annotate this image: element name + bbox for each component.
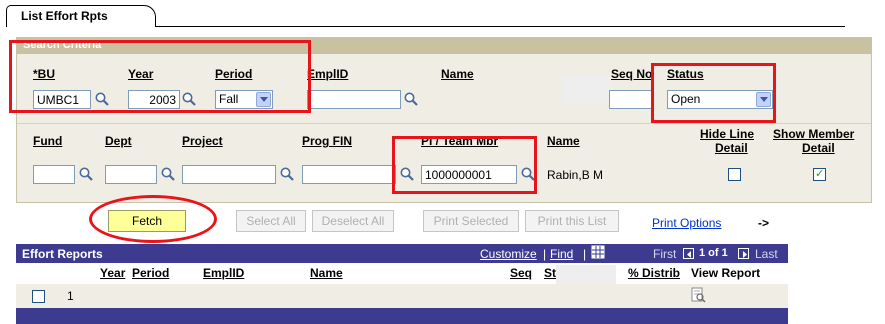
arrow-text: ->	[758, 216, 770, 230]
hide-line-label-detail: Detail	[715, 141, 748, 155]
tab-label: List Effort Rpts	[21, 9, 108, 23]
project-lookup-icon[interactable]	[279, 166, 295, 182]
row-select-checkbox[interactable]	[32, 290, 45, 303]
customize-link[interactable]: Customize	[480, 247, 537, 261]
deselect-all-button[interactable]: Deselect All	[312, 210, 394, 232]
fund-label: Fund	[33, 134, 63, 148]
annotation-box-bu-year-period	[9, 40, 311, 113]
col-distrib[interactable]: % Distrib	[628, 266, 680, 280]
download-grid-icon[interactable]	[591, 245, 605, 259]
pi-name-value: Rabin,B M	[547, 168, 604, 182]
last-label: Last	[755, 247, 778, 261]
show-member-label-detail: Detail	[802, 141, 835, 155]
col-status[interactable]: St	[544, 266, 556, 280]
emplid-input[interactable]	[307, 90, 401, 109]
project-input[interactable]	[182, 165, 276, 184]
annotation-oval-fetch	[89, 195, 217, 243]
view-report-icon[interactable]	[690, 287, 706, 303]
dept-lookup-icon[interactable]	[160, 166, 176, 182]
seq-no-label: Seq No	[611, 67, 653, 81]
dept-label: Dept	[105, 134, 132, 148]
effort-reports-grid-header: Effort Reports Customize | Find | First …	[16, 244, 788, 263]
grid-separator: |	[543, 247, 547, 261]
annotation-box-status	[651, 63, 776, 123]
next-page-icon[interactable]	[738, 247, 749, 261]
fund-input[interactable]	[33, 165, 75, 184]
page-range: 1 of 1	[699, 247, 728, 259]
fund-lookup-icon[interactable]	[78, 166, 94, 182]
prog-fin-input[interactable]	[302, 165, 396, 184]
show-member-label: Show Member	[773, 127, 855, 141]
table-row: 1	[16, 284, 788, 308]
col-year[interactable]: Year	[100, 266, 125, 280]
project-label: Project	[182, 134, 223, 148]
print-selected-button[interactable]: Print Selected	[423, 210, 519, 232]
emplid-label: EmplID	[307, 67, 349, 81]
col-seq[interactable]: Seq	[510, 266, 532, 280]
grid-separator-2: |	[583, 247, 587, 261]
name-label: Name	[441, 67, 474, 81]
hide-line-detail-checkbox[interactable]	[728, 168, 741, 181]
annotation-box-pi-team-mbr	[392, 136, 537, 194]
grid-column-headers: Year Period EmplID Name Seq St % Distrib…	[16, 263, 788, 291]
pi-name-label: Name	[547, 134, 580, 148]
col-period[interactable]: Period	[132, 266, 169, 280]
dept-input[interactable]	[105, 165, 157, 184]
emplid-lookup-icon[interactable]	[403, 91, 419, 107]
prog-fin-label: Prog FIN	[302, 134, 352, 148]
tab-underline	[155, 26, 845, 27]
print-this-list-button[interactable]: Print this List	[525, 210, 619, 232]
hide-line-label: Hide Line	[700, 127, 755, 141]
grid-title: Effort Reports	[22, 247, 103, 261]
find-link[interactable]: Find	[550, 247, 573, 261]
col-emplid[interactable]: EmplID	[203, 266, 244, 280]
row-number: 1	[67, 289, 74, 303]
first-label: First	[653, 247, 677, 261]
col-view-report: View Report	[691, 266, 761, 280]
grid-footer	[16, 308, 788, 324]
col-name[interactable]: Name	[310, 266, 343, 280]
seq-no-input[interactable]	[609, 90, 653, 109]
prev-page-icon[interactable]	[683, 247, 694, 261]
print-options-link[interactable]: Print Options	[652, 216, 721, 230]
tab-list-effort-rpts[interactable]: List Effort Rpts	[6, 5, 156, 27]
redacted-area	[562, 76, 610, 104]
show-member-detail-checkbox[interactable]	[813, 167, 826, 181]
select-all-button[interactable]: Select All	[236, 210, 306, 232]
